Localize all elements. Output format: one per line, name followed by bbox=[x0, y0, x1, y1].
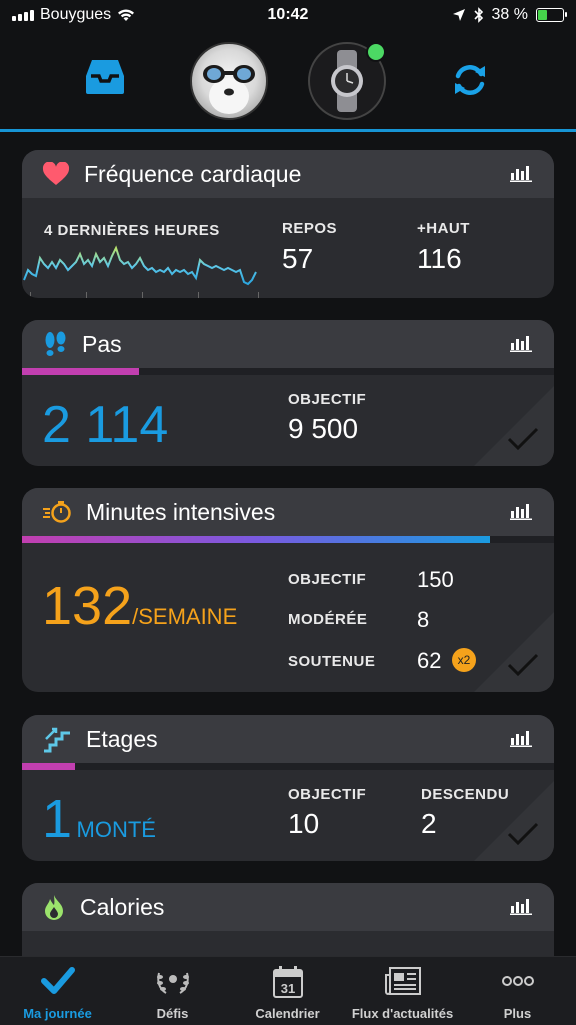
heart-icon bbox=[42, 162, 70, 185]
floors-value: 1 bbox=[42, 789, 73, 849]
tab-calendar[interactable]: 31 Calendrier bbox=[230, 957, 345, 1025]
calories-header: Calories bbox=[22, 883, 554, 931]
tab-label: Calendrier bbox=[255, 1006, 320, 1021]
top-divider bbox=[0, 129, 576, 132]
calories-title: Calories bbox=[80, 893, 165, 920]
steps-header: Pas bbox=[22, 320, 554, 368]
heart-rate-title: Fréquence cardiaque bbox=[84, 160, 302, 187]
moderate-value: 8 bbox=[417, 607, 430, 632]
checkmark-icon bbox=[507, 822, 539, 846]
floors-value-group: 1 MONTÉ bbox=[42, 788, 156, 850]
rest-value: 57 bbox=[282, 243, 314, 274]
battery-percent: 38 % bbox=[491, 6, 528, 23]
intensity-value-group: 132/SEMAINE bbox=[42, 575, 237, 637]
profile-avatar-button[interactable] bbox=[190, 42, 268, 120]
floors-unit: MONTÉ bbox=[76, 817, 156, 842]
heart-rate-header: Fréquence cardiaque bbox=[22, 150, 554, 198]
bar-chart-icon[interactable] bbox=[510, 164, 532, 182]
steps-progress-fill bbox=[22, 368, 140, 375]
intensity-progress-fill bbox=[22, 536, 491, 543]
tab-label: Défis bbox=[156, 1006, 189, 1021]
footprints-icon bbox=[45, 331, 66, 356]
rest-label: REPOS bbox=[282, 220, 338, 237]
steps-value: 2 114 bbox=[42, 396, 169, 454]
heart-period-label: 4 DERNIÈRES HEURES bbox=[44, 222, 220, 239]
bottom-tab-bar: Ma journée Défis 31 Calendrier Flux d'ac… bbox=[0, 956, 576, 1025]
tab-my-day[interactable]: Ma journée bbox=[0, 957, 115, 1025]
status-bar: Bouygues 10:42 38 % bbox=[0, 0, 576, 32]
location-arrow-icon bbox=[452, 9, 465, 21]
checkmark-icon bbox=[507, 427, 539, 451]
floors-goal-value: 10 bbox=[288, 808, 320, 839]
battery-icon bbox=[536, 8, 567, 22]
status-right: 38 % bbox=[452, 6, 567, 24]
intensity-value: 132 bbox=[42, 576, 133, 636]
inbox-button[interactable] bbox=[84, 58, 126, 101]
floors-progress-fill bbox=[22, 763, 76, 770]
vigorous-value: 62 bbox=[417, 648, 442, 673]
intensity-goal-label: OBJECTIF bbox=[288, 571, 367, 588]
bar-chart-icon[interactable] bbox=[510, 897, 532, 915]
tab-more[interactable]: Plus bbox=[460, 957, 575, 1025]
steps-goal-label: OBJECTIF bbox=[288, 391, 367, 408]
steps-progress-bar bbox=[22, 368, 554, 375]
sync-icon bbox=[455, 65, 485, 95]
multiplier-badge: x2 bbox=[452, 648, 476, 672]
bar-chart-icon[interactable] bbox=[510, 502, 532, 520]
heart-rate-sparkline bbox=[23, 245, 259, 298]
watch-device-button[interactable] bbox=[308, 42, 386, 120]
news-icon bbox=[384, 967, 421, 995]
tab-label: Plus bbox=[503, 1006, 532, 1021]
flame-icon bbox=[45, 895, 63, 920]
stairs-icon bbox=[44, 727, 70, 753]
laurel-icon bbox=[156, 972, 189, 994]
intensity-body: 132/SEMAINE OBJECTIF 150 MODÉRÉE 8 SOUTE… bbox=[22, 543, 554, 692]
floors-body: 1 MONTÉ OBJECTIF 10 DESCENDU 2 bbox=[22, 770, 554, 861]
intensity-title: Minutes intensives bbox=[86, 498, 276, 525]
more-icon bbox=[501, 976, 534, 986]
vigorous-label: SOUTENUE bbox=[288, 653, 376, 670]
high-label: +HAUT bbox=[417, 220, 470, 237]
floors-down-value: 2 bbox=[421, 808, 437, 839]
check-icon bbox=[40, 967, 75, 994]
connected-status-dot bbox=[366, 42, 386, 62]
tab-challenges[interactable]: Défis bbox=[115, 957, 230, 1025]
heart-rate-body: 4 DERNIÈRES HEURES REPOS 57 +HAUT 116 bbox=[22, 198, 554, 298]
bar-chart-icon[interactable] bbox=[510, 729, 532, 747]
steps-title: Pas bbox=[82, 330, 122, 357]
steps-goal-value: 9 500 bbox=[288, 413, 359, 444]
bar-chart-icon[interactable] bbox=[510, 334, 532, 352]
checkmark-icon bbox=[507, 653, 539, 677]
bluetooth-icon bbox=[473, 7, 483, 23]
intensity-progress-bar bbox=[22, 536, 554, 543]
watch-image bbox=[308, 42, 386, 120]
sync-button[interactable] bbox=[450, 60, 490, 105]
tab-news-feed[interactable]: Flux d'actualités bbox=[345, 957, 460, 1025]
top-navigation bbox=[0, 32, 576, 130]
tab-label: Ma journée bbox=[23, 1006, 92, 1021]
floors-card[interactable]: Etages 1 MONTÉ OBJECTIF 10 DESCENDU 2 bbox=[22, 715, 554, 861]
steps-card[interactable]: Pas 2 114 OBJECTIF 9 500 bbox=[22, 320, 554, 466]
moderate-label: MODÉRÉE bbox=[288, 611, 368, 628]
intensity-goal-value: 150 bbox=[417, 567, 454, 592]
high-value: 116 bbox=[417, 243, 462, 274]
floors-title: Etages bbox=[86, 725, 158, 752]
intensity-header: Minutes intensives bbox=[22, 488, 554, 536]
svg-text:31: 31 bbox=[280, 981, 294, 996]
calendar-icon: 31 bbox=[272, 966, 303, 998]
intensity-unit: /SEMAINE bbox=[132, 604, 238, 629]
floors-header: Etages bbox=[22, 715, 554, 763]
dog-with-goggles-icon bbox=[203, 65, 255, 114]
floors-progress-bar bbox=[22, 763, 554, 770]
stopwatch-icon bbox=[43, 501, 71, 523]
inbox-icon bbox=[86, 60, 124, 94]
tab-label: Flux d'actualités bbox=[351, 1006, 454, 1021]
intensity-minutes-card[interactable]: Minutes intensives 132/SEMAINE OBJECTIF … bbox=[22, 488, 554, 692]
heart-rate-card[interactable]: Fréquence cardiaque 4 DERNIÈRES HEURES R… bbox=[22, 150, 554, 298]
floors-goal-label: OBJECTIF bbox=[288, 786, 367, 803]
avatar bbox=[190, 42, 268, 120]
steps-body: 2 114 OBJECTIF 9 500 bbox=[22, 375, 554, 466]
